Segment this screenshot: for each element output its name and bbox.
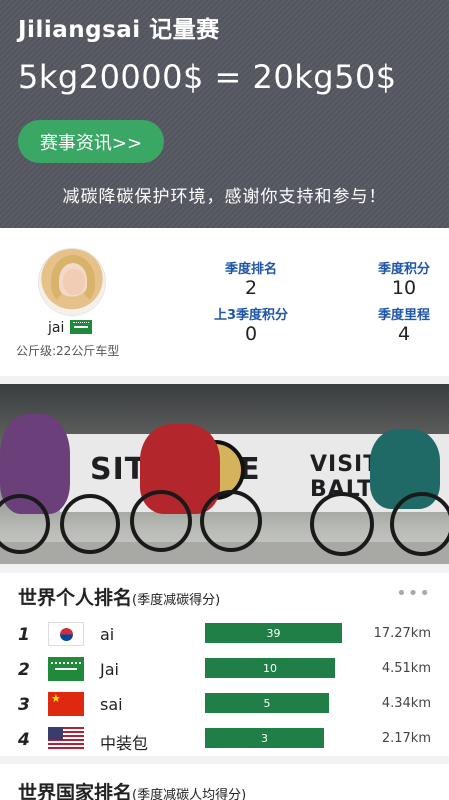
avatar[interactable]: [38, 248, 106, 316]
ranking-row[interactable]: 4 中装包 3 2.17km: [0, 723, 449, 759]
user-name-row: jai: [48, 320, 93, 336]
stat-label-season-points: 季度积分: [377, 262, 430, 277]
rank-name: 中装包: [100, 734, 149, 753]
race-banner-image[interactable]: SIT MORE VISIT BALTIMO: [0, 384, 449, 564]
score-bar-track: 39: [205, 623, 345, 643]
rank-number: 2: [18, 660, 30, 680]
hero-header: Jiliangsai 记量赛 5kg20000$ = 20kg50$ 赛事资讯>…: [0, 0, 449, 228]
score-bar-track: 10: [205, 658, 345, 678]
wheel-3: [130, 490, 192, 552]
rank-number: 1: [18, 625, 30, 645]
score-bar: 10: [205, 658, 335, 678]
stat-value-season-mileage: 4: [397, 323, 411, 345]
avatar-face: [63, 269, 85, 295]
stat-label-season-mileage: 季度里程: [377, 308, 430, 323]
ranking-title: 世界个人排名(季度减碳得分): [18, 583, 220, 610]
score-bar: 3: [205, 728, 324, 748]
user-name: jai: [48, 320, 65, 336]
sa-flag-icon: [70, 320, 93, 334]
score-bar: 39: [205, 623, 342, 643]
rank-number: 3: [18, 695, 30, 715]
news-button[interactable]: 赛事资讯>>: [18, 120, 164, 163]
sa-flag-icon: [48, 657, 84, 681]
stat-value-season-rank: 2: [244, 277, 258, 299]
rank-distance: 4.34km: [381, 696, 431, 711]
score-bar: 5: [205, 693, 329, 713]
more-icon[interactable]: •••: [396, 583, 431, 604]
user-class-info: 公斤级:22公斤车型: [16, 344, 120, 358]
rank-name: sai: [100, 695, 123, 714]
rank-name: Jai: [100, 660, 119, 679]
hero-slogan: 减碳降碳保护环境，感谢你支持和参与！: [62, 187, 387, 207]
ranking-row[interactable]: 2 Jai 10 4.51km: [0, 653, 449, 689]
stat-value-prev-season-points: 0: [244, 323, 258, 345]
rank-distance: 2.17km: [381, 731, 431, 746]
ranking-title-text: 世界个人排名: [18, 587, 133, 609]
world-individual-ranking: 世界个人排名(季度减碳得分) ••• 1 ai 39 17.27km 2 Jai…: [0, 573, 449, 756]
profile-card: jai 公斤级:22公斤车型 季度排名 2 季度积分 10 上3季度积分 0 季…: [0, 228, 449, 376]
country-ranking-title: 世界国家排名(季度减碳人均得分): [18, 778, 246, 800]
stat-label-prev-season-points: 上3季度积分: [213, 308, 289, 323]
stat-value-season-points: 10: [391, 277, 417, 299]
ranking-row[interactable]: 3 sai 5 4.34km: [0, 688, 449, 724]
score-bar-track: 5: [205, 693, 345, 713]
wheel-2: [60, 494, 120, 554]
ranking-subtitle: (季度减碳得分): [132, 593, 221, 608]
stat-label-season-rank: 季度排名: [224, 262, 277, 277]
hero-formula: 5kg20000$ = 20kg50$: [18, 58, 397, 96]
rank-number: 4: [18, 730, 30, 750]
country-ranking-title-text: 世界国家排名: [18, 782, 133, 800]
world-country-ranking: 世界国家排名(季度减碳人均得分): [0, 764, 449, 800]
kr-flag-icon: [48, 622, 84, 646]
app-screen: Jiliangsai 记量赛 5kg20000$ = 20kg50$ 赛事资讯>…: [0, 0, 449, 800]
us-flag-icon: [48, 727, 84, 751]
rank-distance: 4.51km: [381, 661, 431, 676]
ranking-row[interactable]: 1 ai 39 17.27km: [0, 618, 449, 654]
rank-name: ai: [100, 625, 115, 644]
cn-flag-icon: [48, 692, 84, 716]
rank-distance: 17.27km: [373, 626, 431, 641]
score-bar-track: 3: [205, 728, 345, 748]
hero-title: Jiliangsai 记量赛: [18, 17, 220, 43]
wheel-6: [390, 492, 449, 556]
wheel-4: [200, 490, 262, 552]
wheel-5: [310, 492, 374, 556]
country-ranking-subtitle: (季度减碳人均得分): [132, 788, 247, 800]
